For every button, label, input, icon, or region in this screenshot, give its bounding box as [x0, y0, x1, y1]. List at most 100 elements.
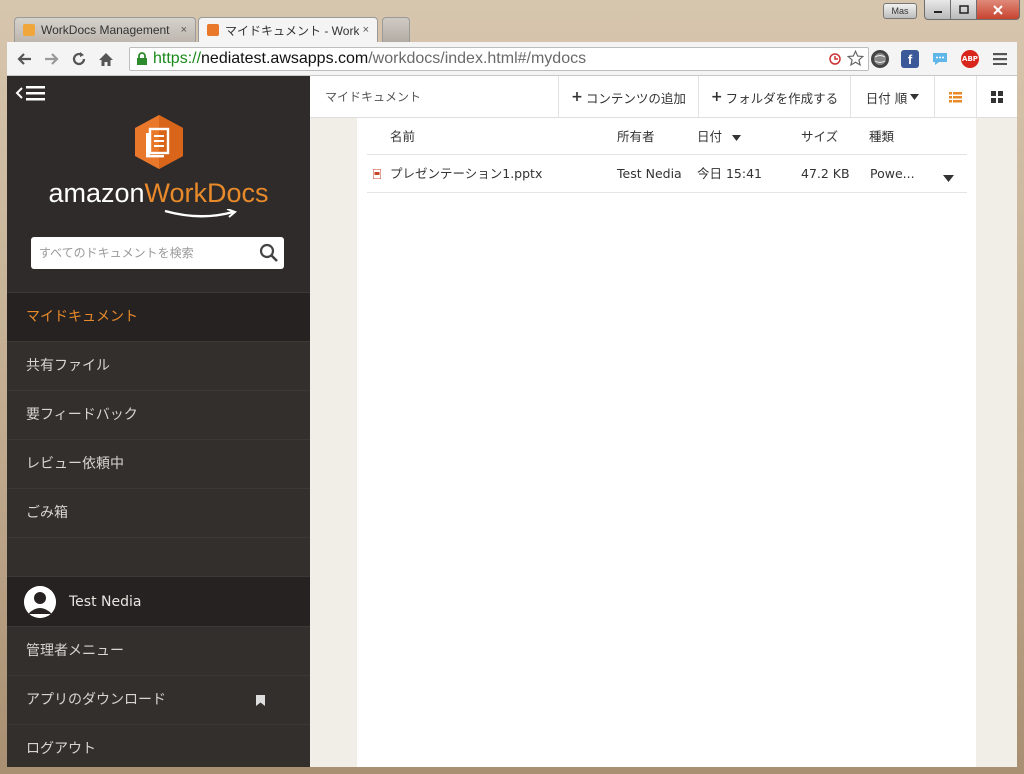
- sort-caret-down-icon: [732, 135, 741, 141]
- close-icon: [993, 4, 1003, 15]
- star-icon[interactable]: [847, 50, 864, 67]
- sort-dropdown[interactable]: 日付 順: [850, 76, 934, 118]
- sidebar-item-label: マイドキュメント: [26, 309, 138, 325]
- row-actions-button[interactable]: [943, 159, 954, 197]
- minimize-button[interactable]: [924, 0, 951, 20]
- forward-button[interactable]: [39, 46, 65, 72]
- create-folder-button[interactable]: + フォルダを作成する: [698, 76, 850, 118]
- url-scheme: https://: [153, 50, 202, 67]
- sidebar-item-label: レビュー依頼中: [26, 456, 124, 472]
- sidebar-item-label: ログアウト: [26, 741, 96, 757]
- sidebar-item-my-documents[interactable]: マイドキュメント: [7, 292, 310, 341]
- main-panel: マイドキュメント + コンテンツの追加 + フォルダを作成する 日付 順 名前 …: [310, 76, 1017, 767]
- url-host: nediatest.awsapps.com: [201, 50, 369, 67]
- arrow-left-icon: [17, 53, 31, 65]
- sidebar-spacer: [7, 537, 310, 576]
- sidebar-user[interactable]: Test Nedia: [7, 576, 310, 626]
- add-content-button[interactable]: + コンテンツの追加: [558, 76, 698, 118]
- document-search: [31, 237, 284, 269]
- column-header-size[interactable]: サイズ: [801, 118, 838, 156]
- brand-amazon: amazon: [48, 178, 145, 208]
- new-tab-button[interactable]: [382, 17, 410, 42]
- file-size: 47.2 KB: [801, 166, 850, 181]
- column-header-date[interactable]: 日付: [697, 118, 741, 156]
- caret-down-icon: [943, 175, 954, 182]
- chat-extension-icon[interactable]: [931, 50, 949, 68]
- collapse-sidebar-icon[interactable]: [15, 84, 47, 109]
- browser-window: WorkDocs Management × マイドキュメント - WorkDoc…: [0, 0, 1024, 774]
- create-folder-label: フォルダを作成する: [725, 90, 839, 106]
- sort-label: 日付 順: [865, 90, 908, 106]
- sidebar-nav: マイドキュメント 共有ファイル 要フィードバック レビュー依頼中 ごみ箱 Tes…: [7, 292, 310, 767]
- avatar: [24, 585, 56, 618]
- sidebar-item-feedback-requested[interactable]: 要フィードバック: [7, 390, 310, 439]
- workdocs-favicon-icon: [23, 24, 35, 36]
- sidebar-item-shared-files[interactable]: 共有ファイル: [7, 341, 310, 390]
- sidebar-item-review-requested[interactable]: レビュー依頼中: [7, 439, 310, 488]
- sidebar-item-label: 共有ファイル: [26, 358, 110, 374]
- browser-tab-mydocs[interactable]: マイドキュメント - WorkDocs ×: [198, 17, 378, 42]
- file-type: Powe...: [870, 166, 915, 181]
- search-icon[interactable]: [254, 243, 284, 263]
- facebook-extension-icon[interactable]: f: [901, 50, 919, 68]
- browser-menu-icon[interactable]: [991, 50, 1009, 68]
- brand-workdocs: WorkDocs: [144, 178, 269, 208]
- user-name: Test Nedia: [69, 593, 142, 610]
- reload-button[interactable]: [66, 46, 92, 72]
- omnibox-icons: [827, 50, 864, 67]
- file-list-header: 名前 所有者 日付 サイズ 種類: [367, 118, 967, 155]
- translate-icon[interactable]: [827, 50, 843, 66]
- lock-icon: [137, 52, 147, 65]
- search-input[interactable]: [31, 238, 254, 268]
- column-header-type[interactable]: 種類: [869, 118, 894, 156]
- bookmark-icon: [256, 695, 265, 706]
- file-name[interactable]: プレゼンテーション1.pptx: [390, 155, 542, 193]
- sidebar: amazonWorkDocs マイドキュメント 共有ファイル 要フィードバック …: [7, 76, 310, 767]
- home-button[interactable]: [93, 46, 119, 72]
- caret-down-icon: [910, 94, 920, 100]
- sidebar-item-admin-menu[interactable]: 管理者メニュー: [7, 626, 310, 675]
- file-date: 今日 15:41: [697, 166, 762, 181]
- browser-tab-workdocs-management[interactable]: WorkDocs Management ×: [14, 17, 196, 42]
- column-header-date-label: 日付: [697, 129, 723, 144]
- sidebar-item-label: 管理者メニュー: [26, 643, 124, 659]
- browser-user-badge[interactable]: Mas: [883, 3, 917, 19]
- add-content-label: コンテンツの追加: [585, 90, 686, 106]
- sidebar-item-app-download[interactable]: アプリのダウンロード: [7, 675, 310, 724]
- table-row[interactable]: プレゼンテーション1.pptx Test Nedia 今日 15:41 47.2…: [367, 155, 967, 193]
- grid-view-button[interactable]: [976, 76, 1017, 118]
- tab-label: マイドキュメント - WorkDocs: [225, 23, 359, 38]
- workdocs-logo: amazonWorkDocs: [7, 114, 310, 223]
- tab-close-icon[interactable]: ×: [363, 24, 369, 36]
- sidebar-item-logout[interactable]: ログアウト: [7, 724, 310, 767]
- address-bar[interactable]: https://nediatest.awsapps.com/workdocs/i…: [129, 47, 869, 71]
- amazon-smile-icon: [164, 208, 237, 218]
- arrow-right-icon: [45, 53, 59, 65]
- column-header-name[interactable]: 名前: [390, 118, 415, 156]
- sidebar-item-label: ごみ箱: [26, 505, 68, 521]
- back-button[interactable]: [11, 46, 37, 72]
- minimize-icon: [933, 10, 942, 13]
- globe-extension-icon[interactable]: [871, 50, 889, 68]
- browser-toolbar: https://nediatest.awsapps.com/workdocs/i…: [7, 42, 1017, 76]
- sidebar-item-label: アプリのダウンロード: [26, 692, 166, 708]
- maximize-button[interactable]: [950, 0, 977, 20]
- workdocs-hexagon-icon: [134, 115, 183, 169]
- file-list: 名前 所有者 日付 サイズ 種類 プレゼンテーション1.pptx Test Ne…: [357, 118, 976, 767]
- breadcrumb: マイドキュメント: [325, 90, 422, 104]
- workdocs-app: amazonWorkDocs マイドキュメント 共有ファイル 要フィードバック …: [7, 76, 1017, 767]
- adblock-extension-icon[interactable]: ABP: [961, 50, 979, 68]
- sidebar-item-label: 要フィードバック: [26, 407, 138, 423]
- pptx-file-icon: [373, 169, 381, 179]
- column-header-owner[interactable]: 所有者: [617, 118, 655, 156]
- tab-close-icon[interactable]: ×: [181, 24, 187, 36]
- plus-icon: +: [571, 89, 583, 105]
- list-view-button[interactable]: [934, 76, 976, 118]
- list-view-icon: [949, 91, 962, 102]
- reload-icon: [72, 52, 86, 66]
- url-path: /workdocs/index.html#/mydocs: [368, 50, 587, 67]
- sidebar-item-trash[interactable]: ごみ箱: [7, 488, 310, 537]
- home-icon: [99, 52, 113, 66]
- grid-view-icon: [991, 91, 1003, 103]
- close-window-button[interactable]: [976, 0, 1020, 20]
